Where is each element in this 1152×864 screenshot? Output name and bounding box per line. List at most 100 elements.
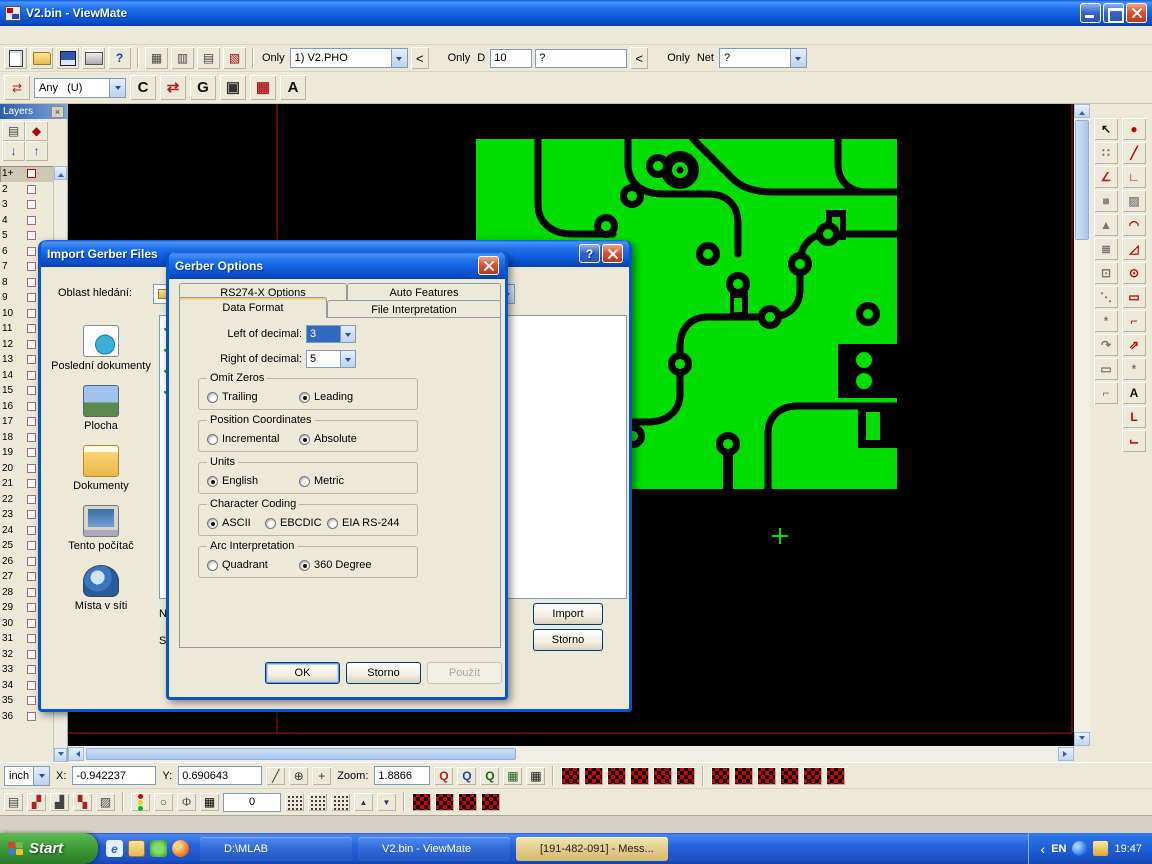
anchor-up-icon[interactable]: ▲: [354, 793, 373, 811]
layer-swap-icon[interactable]: ⇄: [4, 75, 30, 100]
draw-arc-icon[interactable]: ◠: [1122, 214, 1146, 236]
layer-color-swatch[interactable]: [27, 402, 36, 411]
select-cursor-icon[interactable]: ↖: [1094, 118, 1118, 140]
layer-color-swatch[interactable]: [27, 479, 36, 488]
zoom-all-icon[interactable]: Q: [480, 767, 499, 785]
draw-pad-icon[interactable]: ●: [1122, 118, 1146, 140]
dot-grid-2-icon[interactable]: [308, 793, 327, 811]
letter-l-tool-icon[interactable]: L: [1122, 406, 1146, 428]
film-view-1-icon[interactable]: [561, 767, 580, 785]
dot-grid-1-icon[interactable]: [285, 793, 304, 811]
layer-color-swatch[interactable]: [27, 696, 36, 705]
layer-color-swatch[interactable]: [27, 650, 36, 659]
layer-down-icon[interactable]: ↓: [2, 141, 25, 161]
layer-color-swatch[interactable]: [27, 278, 36, 287]
dcode-filter-input[interactable]: ?: [535, 49, 627, 68]
dialog-close-icon[interactable]: [602, 244, 623, 263]
layer-color-swatch[interactable]: [27, 665, 36, 674]
film-view-2-icon[interactable]: [584, 767, 603, 785]
layer-color-swatch[interactable]: [27, 448, 36, 457]
menu-item[interactable]: [16, 33, 32, 37]
layer-color-swatch[interactable]: [27, 386, 36, 395]
layer-color-swatch[interactable]: [27, 309, 36, 318]
film-view-3-icon[interactable]: [607, 767, 626, 785]
layer-film-2-icon[interactable]: [435, 793, 454, 811]
draw-rect-icon[interactable]: ▭: [1122, 286, 1146, 308]
layer-color-swatch[interactable]: [27, 169, 36, 178]
layer-color-swatch[interactable]: [27, 355, 36, 364]
scroll-down-icon[interactable]: [54, 748, 67, 762]
canvas-vertical-scrollbar[interactable]: [1074, 104, 1090, 746]
radio-leading[interactable]: Leading: [299, 391, 353, 403]
zoom-field[interactable]: 1.8866: [374, 766, 430, 785]
scroll-left-icon[interactable]: [68, 747, 84, 761]
layer-color-swatch[interactable]: [27, 510, 36, 519]
radio-icon[interactable]: [207, 518, 218, 529]
layer-color-swatch[interactable]: [27, 588, 36, 597]
highlight-state-icon[interactable]: [131, 793, 150, 811]
net-combo[interactable]: ?: [719, 48, 807, 68]
panels-tool-icon[interactable]: ▣: [220, 75, 246, 100]
layer-film-1-icon[interactable]: [412, 793, 431, 811]
mirror-shape-icon[interactable]: ▲: [1094, 214, 1118, 236]
rotate-tool-icon[interactable]: ↷: [1094, 334, 1118, 356]
scroll-up-icon[interactable]: [1074, 104, 1090, 118]
diagonal-dots-icon[interactable]: ⋱: [1094, 286, 1118, 308]
gerber-dialog-title-bar[interactable]: Gerber Options: [169, 252, 505, 279]
update-tray-icon[interactable]: [1072, 841, 1087, 856]
text-a-tool-icon[interactable]: A: [280, 75, 306, 100]
clear-tool-icon[interactable]: ○: [154, 793, 173, 811]
layer-color-swatch[interactable]: [27, 417, 36, 426]
radio-absolute[interactable]: Absolute: [299, 433, 357, 445]
draw-vector-icon[interactable]: ⇗: [1122, 334, 1146, 356]
layer-row[interactable]: 3: [0, 197, 54, 213]
prev-dcode-button[interactable]: <: [630, 47, 648, 69]
layers-panel-close-icon[interactable]: ×: [51, 106, 64, 118]
radio-icon[interactable]: [207, 434, 218, 445]
film-set-5-icon[interactable]: [803, 767, 822, 785]
corner-tool-icon[interactable]: ⌐: [1094, 382, 1118, 404]
stack-icon[interactable]: ≣: [1094, 238, 1118, 260]
layer-color-swatch[interactable]: [27, 216, 36, 225]
hatch-mode-icon[interactable]: ▨: [96, 793, 115, 811]
layer-color-swatch[interactable]: [27, 324, 36, 333]
green-app-icon[interactable]: [150, 840, 167, 857]
radio-icon[interactable]: [299, 560, 310, 571]
trace-mode-icon[interactable]: ▞: [27, 793, 46, 811]
film-set-2-icon[interactable]: [734, 767, 753, 785]
film-set-3-icon[interactable]: [757, 767, 776, 785]
layer-row[interactable]: 4: [0, 213, 54, 229]
menu-item[interactable]: [80, 33, 96, 37]
draw-line-icon[interactable]: ╱: [1122, 142, 1146, 164]
combo-arrow-icon[interactable]: [109, 79, 125, 97]
transform-tool-icon[interactable]: ⇄: [160, 75, 186, 100]
horizontal-scroll-thumb[interactable]: [86, 748, 516, 760]
layer-color-swatch[interactable]: [27, 185, 36, 194]
shield-tray-icon[interactable]: [1093, 841, 1108, 856]
import-cancel-button[interactable]: Storno: [533, 629, 603, 651]
place-documents-icon[interactable]: Dokumenty: [51, 445, 151, 492]
text-tool-icon[interactable]: A: [1122, 382, 1146, 404]
film-set-1-icon[interactable]: [711, 767, 730, 785]
film-view-4-icon[interactable]: [630, 767, 649, 785]
letter-c-tool-icon[interactable]: C: [130, 75, 156, 100]
layer-table-icon[interactable]: ▤: [2, 121, 25, 141]
language-indicator[interactable]: EN: [1051, 843, 1066, 855]
combo-arrow-icon[interactable]: [391, 49, 407, 67]
hatch-tool-icon[interactable]: ▦: [250, 75, 276, 100]
count-field[interactable]: 0: [223, 793, 281, 812]
menu-item[interactable]: [32, 33, 48, 37]
radio-icon[interactable]: [265, 518, 276, 529]
place-desktop-icon[interactable]: Plocha: [51, 385, 151, 432]
zoom-window-icon[interactable]: Q: [457, 767, 476, 785]
scroll-down-icon[interactable]: [1074, 732, 1090, 746]
tab-auto-features[interactable]: Auto Features: [347, 283, 501, 301]
menu-item[interactable]: [128, 33, 144, 37]
radio-360-degree[interactable]: 360 Degree: [299, 559, 372, 571]
layer-color-swatch[interactable]: [27, 433, 36, 442]
apply-button[interactable]: Použít: [427, 662, 502, 684]
outline-mode-icon[interactable]: ▚: [73, 793, 92, 811]
star-tool-icon[interactable]: *: [1094, 310, 1118, 332]
menu-item[interactable]: [48, 33, 64, 37]
place-network-icon[interactable]: Místa v síti: [51, 565, 151, 612]
